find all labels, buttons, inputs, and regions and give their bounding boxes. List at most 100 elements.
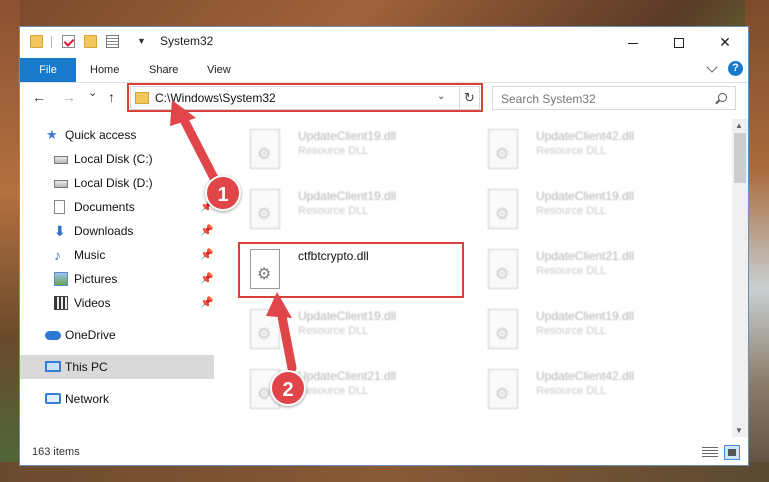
file-name: UpdateClient19.dll	[536, 309, 635, 323]
tab-file[interactable]: File	[20, 58, 76, 82]
file-type: Resource DLL	[536, 385, 607, 397]
scrollbar-thumb[interactable]	[734, 133, 746, 183]
forward-button[interactable]: →	[62, 89, 76, 105]
scroll-up-icon[interactable]: ▲	[735, 121, 743, 130]
document-icon	[54, 200, 65, 214]
sidebar-item-label: Local Disk (D:)	[74, 176, 153, 190]
sidebar-item-network[interactable]: Network	[20, 387, 214, 411]
desktop-background-left	[0, 0, 20, 482]
pin-icon[interactable]: 📌	[200, 248, 214, 261]
up-button[interactable]: ↑	[108, 89, 115, 105]
file-type: Resource DLL	[298, 325, 369, 337]
file-highlight-box	[238, 242, 464, 298]
step-1-badge: 1	[205, 175, 241, 211]
file-type: Resource DLL	[536, 145, 607, 157]
pin-icon[interactable]: 📌	[200, 296, 214, 309]
music-icon: ♪	[54, 247, 61, 263]
search-input[interactable]: Search System32	[492, 86, 736, 110]
search-icon[interactable]	[718, 93, 727, 102]
vertical-scrollbar[interactable]: ▲ ▼	[732, 119, 748, 437]
maximize-button[interactable]	[656, 27, 702, 57]
sidebar-item-label: Network	[65, 392, 110, 406]
sidebar-item-local-disk-c[interactable]: Local Disk (C:)	[20, 147, 214, 171]
sidebar-item-label: Documents	[74, 200, 135, 214]
sidebar-item-label: Quick access	[65, 128, 137, 142]
computer-icon	[45, 361, 61, 372]
dll-file-icon	[488, 129, 518, 169]
sidebar-item-documents[interactable]: Documents 📌	[20, 195, 214, 219]
sidebar-item-videos[interactable]: Videos 📌	[20, 291, 214, 315]
close-button[interactable]: ✕	[702, 27, 748, 57]
download-icon: ⬇	[54, 223, 66, 239]
file-type: Resource DLL	[536, 205, 607, 217]
item-count: 163 items	[32, 446, 80, 458]
ribbon: File Home Share View ?	[20, 57, 748, 83]
dll-file-icon	[488, 189, 518, 229]
details-view-icon[interactable]	[702, 447, 718, 459]
file-name: UpdateClient19.dll	[536, 189, 635, 203]
sidebar-item-music[interactable]: ♪ Music 📌	[20, 243, 214, 267]
status-bar: 163 items	[20, 441, 748, 465]
sidebar-item-label: Music	[74, 248, 106, 262]
recent-locations-icon[interactable]: ⌄	[88, 86, 97, 99]
address-row: ← → ⌄ ↑ C:\Windows\System32 ⌄ ↻ Search S…	[20, 83, 748, 115]
scroll-down-icon[interactable]: ▼	[735, 426, 743, 435]
properties-checkmark-icon[interactable]	[62, 35, 75, 48]
file-item[interactable]: UpdateClient19.dll Resource DLL	[240, 303, 470, 359]
file-name: UpdateClient42.dll	[536, 369, 635, 383]
sidebar-item-label: Local Disk (C:)	[74, 152, 153, 166]
tab-share[interactable]: Share	[149, 58, 178, 82]
tab-home[interactable]: Home	[90, 58, 119, 82]
expand-ribbon-icon[interactable]	[706, 61, 718, 73]
file-item[interactable]: UpdateClient42.dll Resource DLL	[478, 123, 708, 179]
sidebar-item-onedrive[interactable]: OneDrive	[20, 323, 214, 347]
pin-icon[interactable]: 📌	[200, 224, 214, 237]
sidebar-item-pictures[interactable]: Pictures 📌	[20, 267, 214, 291]
navigation-pane: ★ Quick access Local Disk (C:) Local Dis…	[20, 119, 214, 437]
file-item[interactable]: UpdateClient19.dll Resource DLL	[240, 123, 470, 179]
sidebar-item-label: This PC	[65, 360, 108, 374]
sidebar-item-downloads[interactable]: ⬇ Downloads 📌	[20, 219, 214, 243]
file-name: UpdateClient21.dll	[298, 369, 397, 383]
sidebar-item-local-disk-d[interactable]: Local Disk (D:)	[20, 171, 214, 195]
step-2-badge: 2	[270, 370, 306, 406]
file-name: UpdateClient19.dll	[298, 129, 397, 143]
quick-access-dropdown-icon[interactable]: ▼	[137, 36, 146, 46]
dll-file-icon	[250, 309, 280, 349]
file-item[interactable]: UpdateClient21.dll Resource DLL	[478, 243, 708, 299]
tab-view[interactable]: View	[207, 58, 231, 82]
star-icon: ★	[46, 127, 58, 142]
large-icons-view-icon[interactable]	[724, 445, 740, 460]
title-bar: ▼ System32 ✕	[20, 27, 748, 57]
sidebar-item-label: Downloads	[74, 224, 134, 238]
drive-icon	[54, 180, 68, 188]
drive-icon	[54, 156, 68, 164]
window-title: System32	[160, 34, 214, 48]
file-type: Resource DLL	[298, 385, 369, 397]
network-icon	[45, 393, 61, 404]
file-type: Resource DLL	[536, 325, 607, 337]
back-button[interactable]: ←	[32, 89, 46, 105]
dll-file-icon	[250, 189, 280, 229]
file-type: Resource DLL	[298, 145, 369, 157]
dll-file-icon	[488, 369, 518, 409]
sidebar-item-quick-access[interactable]: ★ Quick access	[20, 123, 214, 147]
file-item[interactable]: UpdateClient42.dll Resource DLL	[478, 363, 708, 419]
file-item[interactable]: UpdateClient19.dll Resource DLL	[478, 183, 708, 239]
file-type: Resource DLL	[298, 205, 369, 217]
sidebar-item-label: Videos	[74, 296, 111, 310]
help-icon[interactable]: ?	[728, 61, 743, 76]
new-folder-icon[interactable]	[84, 35, 97, 48]
minimize-button[interactable]	[610, 27, 656, 57]
file-name: UpdateClient42.dll	[536, 129, 635, 143]
sidebar-item-this-pc[interactable]: This PC	[20, 355, 214, 379]
customize-toolbar-icon[interactable]	[106, 35, 119, 48]
file-item[interactable]: UpdateClient19.dll Resource DLL	[240, 183, 470, 239]
sidebar-item-label: OneDrive	[65, 328, 116, 342]
onedrive-cloud-icon	[45, 331, 61, 340]
pictures-icon	[54, 272, 68, 286]
pin-icon[interactable]: 📌	[200, 272, 214, 285]
file-item[interactable]: UpdateClient19.dll Resource DLL	[478, 303, 708, 359]
minimize-icon	[628, 42, 638, 44]
file-name: UpdateClient19.dll	[298, 189, 397, 203]
